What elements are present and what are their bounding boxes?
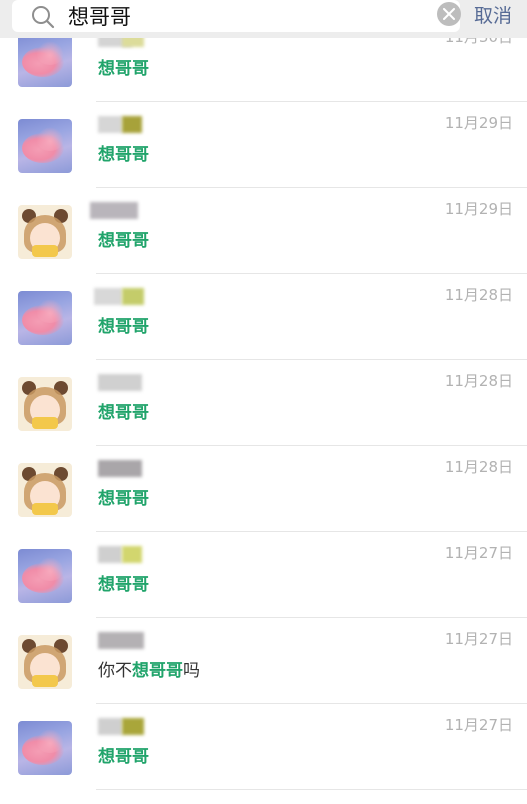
message-snippet: 想哥哥: [98, 742, 149, 767]
message-date: 11月28日: [444, 286, 513, 304]
avatar: [18, 463, 72, 517]
snippet-highlight: 想哥哥: [98, 59, 149, 79]
message-date: 11月28日: [444, 458, 513, 476]
message-date: 11月27日: [444, 716, 513, 734]
snippet-highlight: 想哥哥: [98, 403, 149, 423]
message-date: 11月29日: [444, 114, 513, 132]
message-snippet: 想哥哥: [98, 226, 149, 251]
search-result-row[interactable]: 11月27日你不想哥哥吗: [0, 618, 527, 704]
message-date: 11月29日: [444, 200, 513, 218]
search-result-row[interactable]: 11月28日想哥哥: [0, 360, 527, 446]
snippet-highlight: 想哥哥: [98, 489, 149, 509]
search-result-row[interactable]: 11月30日想哥哥: [0, 38, 527, 102]
search-bar: 取消: [0, 0, 527, 38]
avatar: [18, 291, 72, 345]
clear-search-button[interactable]: [437, 2, 461, 26]
search-icon: [32, 6, 55, 29]
snippet-text-after: 吗: [183, 661, 200, 681]
avatar: [18, 377, 72, 431]
row-divider: [96, 789, 527, 790]
search-result-row[interactable]: 11月29日想哥哥: [0, 102, 527, 188]
cancel-button[interactable]: 取消: [474, 1, 512, 28]
message-date: 11月30日: [445, 38, 513, 47]
search-results-list: 11月30日想哥哥11月29日想哥哥11月29日想哥哥11月28日想哥哥11月2…: [0, 38, 527, 804]
avatar: [18, 205, 72, 259]
close-icon: [443, 8, 455, 20]
search-result-row[interactable]: 11月28日想哥哥: [0, 446, 527, 532]
snippet-highlight: 想哥哥: [98, 747, 149, 767]
message-snippet: 想哥哥: [98, 312, 149, 337]
snippet-highlight: 想哥哥: [98, 231, 149, 251]
message-snippet: 想哥哥: [98, 54, 149, 79]
message-date: 11月28日: [444, 372, 513, 390]
search-result-row[interactable]: 11月29日想哥哥: [0, 188, 527, 274]
message-snippet: 想哥哥: [98, 398, 149, 423]
search-box[interactable]: [12, 0, 461, 32]
avatar: [18, 635, 72, 689]
message-snippet: 你不想哥哥吗: [98, 656, 200, 681]
search-result-row[interactable]: 11月27日想哥哥: [0, 704, 527, 790]
snippet-highlight: 想哥哥: [132, 661, 183, 681]
snippet-highlight: 想哥哥: [98, 575, 149, 595]
avatar: [18, 721, 72, 775]
search-result-row[interactable]: 11月27日想哥哥: [0, 532, 527, 618]
snippet-highlight: 想哥哥: [98, 317, 149, 337]
search-result-row[interactable]: 11月28日想哥哥: [0, 274, 527, 360]
message-date: 11月27日: [444, 630, 513, 648]
message-snippet: 想哥哥: [98, 570, 149, 595]
snippet-highlight: 想哥哥: [98, 145, 149, 165]
avatar: [18, 549, 72, 603]
message-date: 11月27日: [444, 544, 513, 562]
snippet-text-before: 你不: [98, 661, 132, 681]
message-snippet: 想哥哥: [98, 484, 149, 509]
avatar: [18, 119, 72, 173]
avatar: [18, 38, 72, 87]
search-input[interactable]: [68, 0, 428, 32]
message-snippet: 想哥哥: [98, 140, 149, 165]
